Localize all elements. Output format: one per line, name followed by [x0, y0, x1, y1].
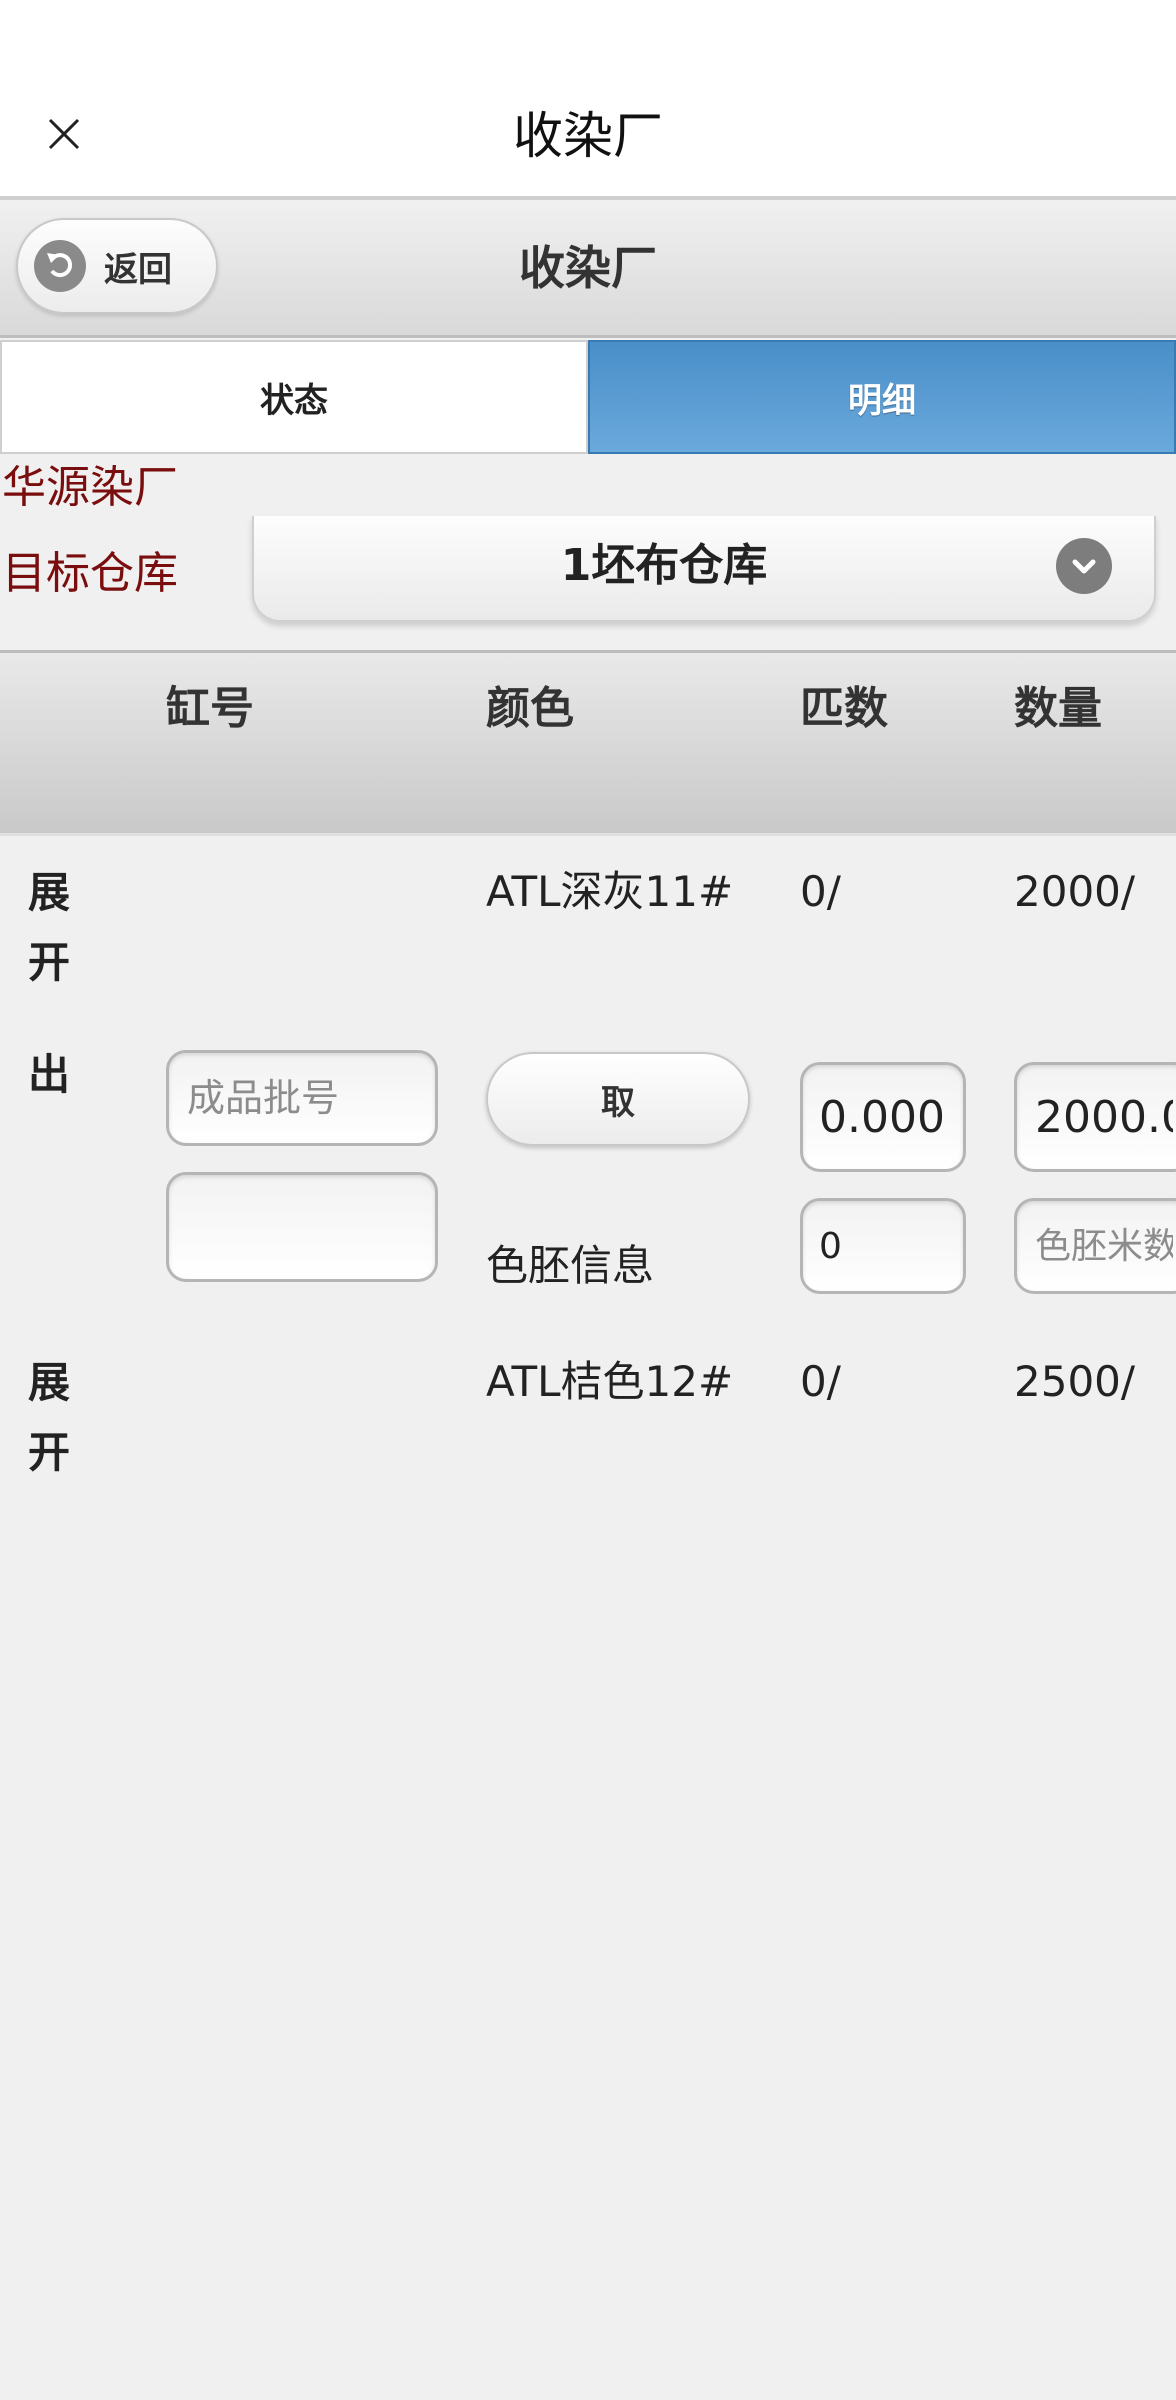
table-header: 缸号 颜色 匹数 数量 — [0, 650, 1176, 836]
page-header: 返回 收染厂 — [0, 204, 1176, 338]
header-pieces: 匹数 — [800, 683, 888, 734]
quantity-input[interactable] — [1014, 1062, 1176, 1172]
pieces-input[interactable] — [800, 1062, 966, 1172]
row-quantity: 2500/ — [1014, 1357, 1136, 1406]
row-pieces: 0/ — [800, 867, 841, 916]
warehouse-select[interactable]: 1坯布仓库 — [252, 516, 1156, 622]
row-pieces: 0/ — [800, 1357, 841, 1406]
app-bar-title: 收染厂 — [513, 107, 663, 165]
tab-detail[interactable]: 明细 — [588, 340, 1176, 454]
batch-number-input-2[interactable] — [166, 1172, 438, 1282]
tab-bar: 状态 明细 — [0, 340, 1176, 454]
warehouse-label: 目标仓库 — [2, 548, 178, 599]
factory-name: 华源染厂 — [2, 462, 178, 513]
app-bar: 收染厂 — [0, 0, 1176, 200]
blank-meters-input[interactable] — [1014, 1198, 1176, 1294]
expand-toggle[interactable]: 展开 — [28, 1348, 78, 1488]
blank-pieces-input[interactable] — [800, 1198, 966, 1294]
chevron-down-icon — [1056, 538, 1112, 594]
page-title: 收染厂 — [519, 241, 657, 295]
blank-info-label: 色胚信息 — [486, 1241, 655, 1290]
header-vat-no: 缸号 — [166, 683, 254, 734]
row-color: ATL桔色12# — [486, 1357, 734, 1406]
batch-number-input[interactable] — [166, 1050, 438, 1146]
header-quantity: 数量 — [1014, 683, 1102, 734]
take-button[interactable]: 取 — [486, 1052, 750, 1146]
row-color: ATL深灰11# — [486, 867, 734, 916]
out-action-label[interactable]: 出 — [28, 1040, 78, 1110]
warehouse-select-value: 1坯布仓库 — [560, 540, 768, 591]
expand-toggle[interactable]: 展开 — [28, 858, 78, 998]
tab-status[interactable]: 状态 — [0, 340, 588, 454]
header-color: 颜色 — [486, 683, 574, 734]
row-quantity: 2000/ — [1014, 867, 1136, 916]
